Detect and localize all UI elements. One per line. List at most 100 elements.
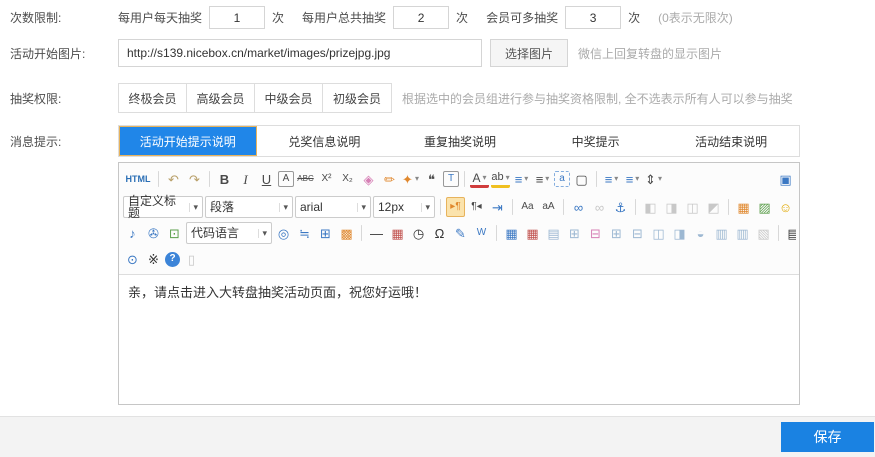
image-url-input[interactable]	[118, 39, 482, 67]
auto-typeset-icon[interactable]: ✦	[401, 169, 420, 189]
split-cols-icon[interactable]: ▥	[733, 223, 752, 243]
unlink-icon[interactable]: ∞	[590, 197, 609, 217]
image-left-icon[interactable]: ◨	[662, 197, 681, 217]
direction-rtl-icon[interactable]: ¶◂	[467, 197, 486, 217]
tab-redeem-info[interactable]: 兑奖信息说明	[257, 126, 393, 156]
member-option-senior[interactable]: 高级会员	[187, 84, 255, 112]
row-spacing-bottom-icon[interactable]: ≡	[623, 169, 642, 189]
underline-icon[interactable]: U	[257, 169, 276, 189]
merge-cells-icon[interactable]: ◫	[649, 223, 668, 243]
attachment-icon[interactable]: ✇	[144, 223, 163, 243]
start-image-hint: 微信上回复转盘的显示图片	[578, 45, 722, 62]
eraser-icon[interactable]: ◈	[359, 169, 378, 189]
tab-win-tip[interactable]: 中奖提示	[528, 126, 664, 156]
line-height-icon[interactable]: ⇕	[644, 169, 663, 189]
chart-icon[interactable]: ▧	[754, 223, 773, 243]
anchor-icon[interactable]: ⚓	[611, 197, 630, 217]
format-brush-icon[interactable]: ✏	[380, 169, 399, 189]
redo-icon[interactable]: ↷	[185, 169, 204, 189]
time-icon[interactable]: ◷	[409, 223, 428, 243]
print-icon[interactable]: ▤	[784, 223, 796, 243]
row-draw-permission: 抽奖权限: 终极会员高级会员中级会员初级会员 根据选中的会员组进行参与抽奖资格限…	[0, 83, 875, 113]
member-option-middle[interactable]: 中级会员	[255, 84, 323, 112]
select-all-icon[interactable]: a	[554, 171, 570, 187]
bold-icon[interactable]: B	[215, 169, 234, 189]
italic-icon[interactable]: I	[236, 169, 255, 189]
insert-image-icon[interactable]: ▦	[734, 197, 753, 217]
custom-style-select[interactable]: 自定义标题	[123, 196, 203, 218]
search-replace-icon[interactable]: ※	[144, 249, 163, 269]
tab-repeat-draw[interactable]: 重复抽奖说明	[392, 126, 528, 156]
delete-row-icon[interactable]: ⊟	[586, 223, 605, 243]
special-char-icon[interactable]: Ω	[430, 223, 449, 243]
font-size-select[interactable]: 12px	[373, 196, 435, 218]
help-icon[interactable]: ?	[165, 252, 180, 267]
undo-icon[interactable]: ↶	[164, 169, 183, 189]
insert-frame-icon[interactable]: ⊡	[165, 223, 184, 243]
strikethrough-icon[interactable]: ABC	[296, 169, 315, 189]
clear-doc-icon[interactable]: ▢	[572, 169, 591, 189]
upload-image-icon[interactable]: ▨	[755, 197, 774, 217]
table-caption-icon[interactable]: ▤	[544, 223, 563, 243]
paste-text-icon[interactable]: T	[443, 171, 459, 187]
delete-table-icon[interactable]: ▦	[523, 223, 542, 243]
delete-col-icon[interactable]: ⊟	[628, 223, 647, 243]
insert-row-icon[interactable]: ⊞	[565, 223, 584, 243]
per-user-total-input[interactable]	[393, 6, 449, 29]
editor-content-area[interactable]: 亲，请点击进入大转盘抽奖活动页面，祝您好运哦！	[119, 275, 799, 404]
font-color-icon[interactable]: A	[470, 170, 489, 188]
code-language-select[interactable]: 代码语言	[186, 222, 272, 244]
background-icon[interactable]: ▩	[337, 223, 356, 243]
to-lowercase-icon[interactable]: aA	[539, 197, 558, 217]
image-right-icon[interactable]: ◩	[704, 197, 723, 217]
member-extra-input[interactable]	[565, 6, 621, 29]
tab-activity-end[interactable]: 活动结束说明	[663, 126, 799, 156]
blockquote-icon[interactable]: ❝	[422, 169, 441, 189]
direction-ltr-icon[interactable]: ▸¶	[446, 197, 465, 217]
save-button[interactable]: 保存	[781, 422, 874, 452]
member-option-junior[interactable]: 初级会员	[323, 84, 391, 112]
link-icon[interactable]: ∞	[569, 197, 588, 217]
row-spacing-top-icon[interactable]: ≡	[602, 169, 621, 189]
emotion-icon[interactable]: ☺	[776, 197, 795, 217]
clipboard-icon[interactable]: ▯	[182, 249, 201, 269]
ordered-list-icon[interactable]: ≡	[512, 169, 531, 189]
date-icon[interactable]: ▦	[388, 223, 407, 243]
source-html-button[interactable]: HTML	[123, 169, 153, 189]
highlight-color-icon[interactable]: ab	[491, 170, 510, 188]
insert-code-icon[interactable]: ◎	[274, 223, 293, 243]
image-none-icon[interactable]: ◧	[641, 197, 660, 217]
music-icon[interactable]: ♪	[123, 223, 142, 243]
indent-icon[interactable]: ⇥	[488, 197, 507, 217]
paragraph-select[interactable]: 段落	[205, 196, 293, 218]
toolbar-row-4: ⊙※?▯	[122, 246, 796, 272]
superscript-icon[interactable]: X²	[317, 169, 336, 189]
rich-text-editor: HTML↶↷BIUAABCX²X₂◈✏✦❝TAab≡≡a▢≡≡⇕▣ 自定义标题段…	[118, 162, 800, 405]
font-border-icon[interactable]: A	[278, 171, 294, 187]
template-icon[interactable]: ⊞	[316, 223, 335, 243]
word-image-icon[interactable]: W	[472, 223, 491, 243]
toolbar-row-2: 自定义标题段落arial12px▸¶¶◂⇥AaaA∞∞⚓◧◨◫◩▦▨☺❀▤	[122, 194, 796, 220]
member-option-ultimate[interactable]: 终极会员	[119, 84, 187, 112]
image-center-icon[interactable]: ◫	[683, 197, 702, 217]
page-break-icon[interactable]: ≒	[295, 223, 314, 243]
tab-activity-start-tip[interactable]: 活动开始提示说明	[119, 126, 257, 156]
insert-table-icon[interactable]: ▦	[502, 223, 521, 243]
member-group: 终极会员高级会员中级会员初级会员	[118, 83, 392, 113]
font-family-select[interactable]: arial	[295, 196, 371, 218]
merge-right-icon[interactable]: ◨	[670, 223, 689, 243]
split-rows-icon[interactable]: ▥	[712, 223, 731, 243]
merge-down-icon[interactable]: ◒	[691, 223, 710, 243]
subscript-icon[interactable]: X₂	[338, 169, 357, 189]
snapscreen-icon[interactable]: ✎	[451, 223, 470, 243]
horizontal-rule-icon[interactable]: —	[367, 223, 386, 243]
fullscreen-icon[interactable]: ▣	[776, 169, 795, 189]
unordered-list-icon[interactable]: ≡	[533, 169, 552, 189]
preview-icon[interactable]: ⊙	[123, 249, 142, 269]
per-user-daily-input[interactable]	[209, 6, 265, 29]
toolbar-row-1: HTML↶↷BIUAABCX²X₂◈✏✦❝TAab≡≡a▢≡≡⇕▣	[122, 164, 796, 194]
choose-image-button[interactable]: 选择图片	[490, 39, 568, 67]
start-image-label: 活动开始图片:	[0, 45, 118, 62]
insert-col-icon[interactable]: ⊞	[607, 223, 626, 243]
to-uppercase-icon[interactable]: Aa	[518, 197, 537, 217]
